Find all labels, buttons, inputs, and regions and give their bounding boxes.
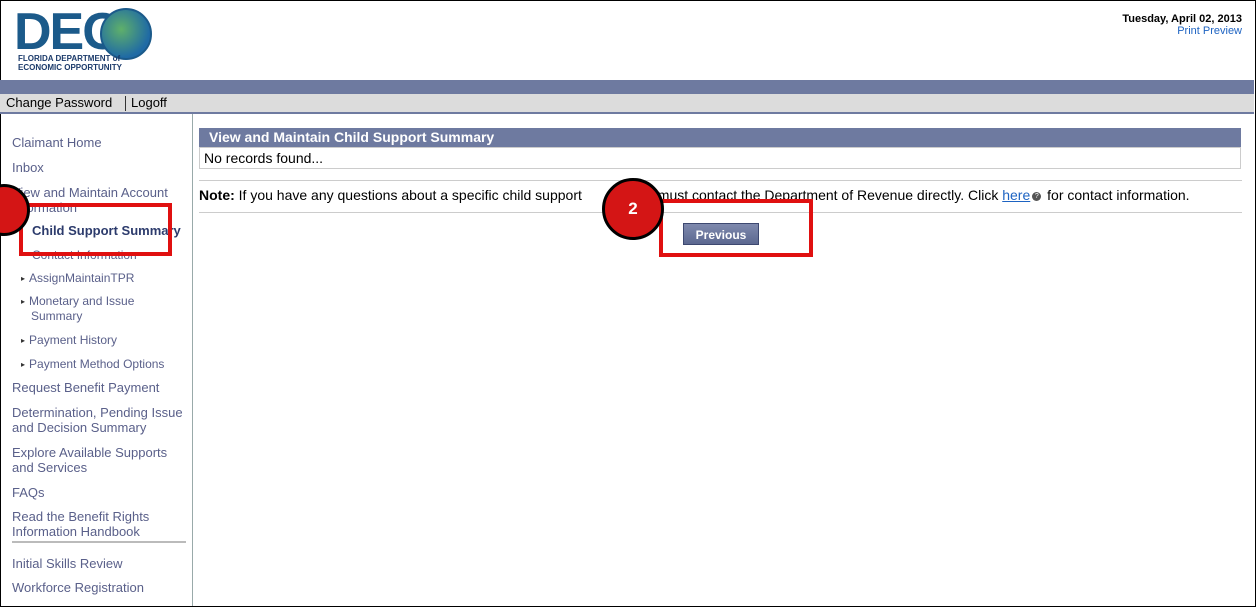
- step-badge-2: 2: [602, 178, 664, 240]
- toolbar: Change Password Logoff: [0, 94, 1254, 114]
- nav-request-benefit-payment[interactable]: Request Benefit Payment: [12, 380, 159, 395]
- step-badge-1-label: 1: [9, 201, 18, 221]
- toolbar-separator: [125, 96, 126, 111]
- globe-icon: [100, 8, 152, 60]
- nav-monetary-line1: Monetary and Issue: [29, 294, 135, 308]
- nav-handbook-line1: Read the Benefit Rights: [12, 509, 150, 524]
- here-link[interactable]: here: [1002, 187, 1030, 203]
- note-text-end: for contact information.: [1043, 187, 1190, 203]
- arrow-right-icon: ▸: [21, 360, 26, 370]
- logo-subtitle-line1: FLORIDA DEPARTMENT of: [18, 54, 121, 63]
- arrow-right-icon: ▸: [21, 274, 26, 284]
- nav-payment-method-label: Payment Method Options: [29, 357, 165, 371]
- nav-determination-line2: and Decision Summary: [12, 420, 147, 435]
- arrow-right-icon: ▸: [21, 336, 26, 346]
- nav-payment-history[interactable]: ▸ Payment History: [21, 333, 117, 348]
- nav-benefit-rights-handbook[interactable]: Read the Benefit Rights Information Hand…: [12, 509, 149, 539]
- nav-monetary-issue-summary[interactable]: ▸ Monetary and Issue Summary: [21, 294, 134, 324]
- nav-explore-line1: Explore Available Supports: [12, 445, 168, 460]
- nav-payment-method-options[interactable]: ▸ Payment Method Options: [21, 357, 164, 372]
- nav-payment-history-label: Payment History: [29, 333, 118, 347]
- sidebar-divider: [12, 541, 186, 543]
- print-preview-link[interactable]: Print Preview: [1177, 25, 1242, 37]
- nav-initial-skills-review[interactable]: Initial Skills Review: [12, 556, 123, 571]
- highlight-box-1: [19, 203, 172, 256]
- nav-faqs[interactable]: FAQs: [12, 485, 45, 500]
- logo-subtitle: FLORIDA DEPARTMENT of ECONOMIC OPPORTUNI…: [18, 54, 122, 72]
- nav-explore-supports[interactable]: Explore Available Supports and Services: [12, 445, 167, 475]
- nav-claimant-home[interactable]: Claimant Home: [12, 135, 102, 150]
- help-icon: ?: [1032, 191, 1042, 201]
- logoff-link[interactable]: Logoff: [131, 95, 167, 110]
- nav-assign-tpr-label: AssignMaintainTPR: [29, 271, 135, 285]
- nav-determination-summary[interactable]: Determination, Pending Issue and Decisio…: [12, 405, 183, 435]
- nav-assign-tpr[interactable]: ▸ AssignMaintainTPR: [21, 271, 134, 286]
- no-records-message: No records found...: [199, 147, 1241, 169]
- divider: [199, 180, 1242, 181]
- note-label: Note:: [199, 187, 235, 203]
- nav-handbook-line2: Information Handbook: [12, 524, 140, 539]
- arrow-right-icon: ▸: [21, 297, 26, 307]
- highlight-box-2: [659, 199, 813, 257]
- nav-explore-line2: and Services: [12, 460, 88, 475]
- panel-title: View and Maintain Child Support Summary: [199, 128, 1241, 147]
- nav-determination-line1: Determination, Pending Issue: [12, 405, 183, 420]
- nav-monetary-line2: Summary: [31, 309, 83, 324]
- nav-view-maintain-line1: View and Maintain Account: [12, 185, 168, 200]
- header-bar: [0, 80, 1254, 94]
- nav-workforce-registration[interactable]: Workforce Registration: [12, 580, 144, 595]
- change-password-link[interactable]: Change Password: [6, 95, 112, 110]
- note-text-before: If you have any questions about a specif…: [234, 187, 582, 203]
- deo-logo: DEO FLORIDA DEPARTMENT of ECONOMIC OPPOR…: [12, 4, 152, 76]
- current-date: Tuesday, April 02, 2013: [1122, 13, 1242, 25]
- logo-subtitle-line2: ECONOMIC OPPORTUNITY: [18, 63, 123, 72]
- nav-inbox[interactable]: Inbox: [12, 160, 44, 175]
